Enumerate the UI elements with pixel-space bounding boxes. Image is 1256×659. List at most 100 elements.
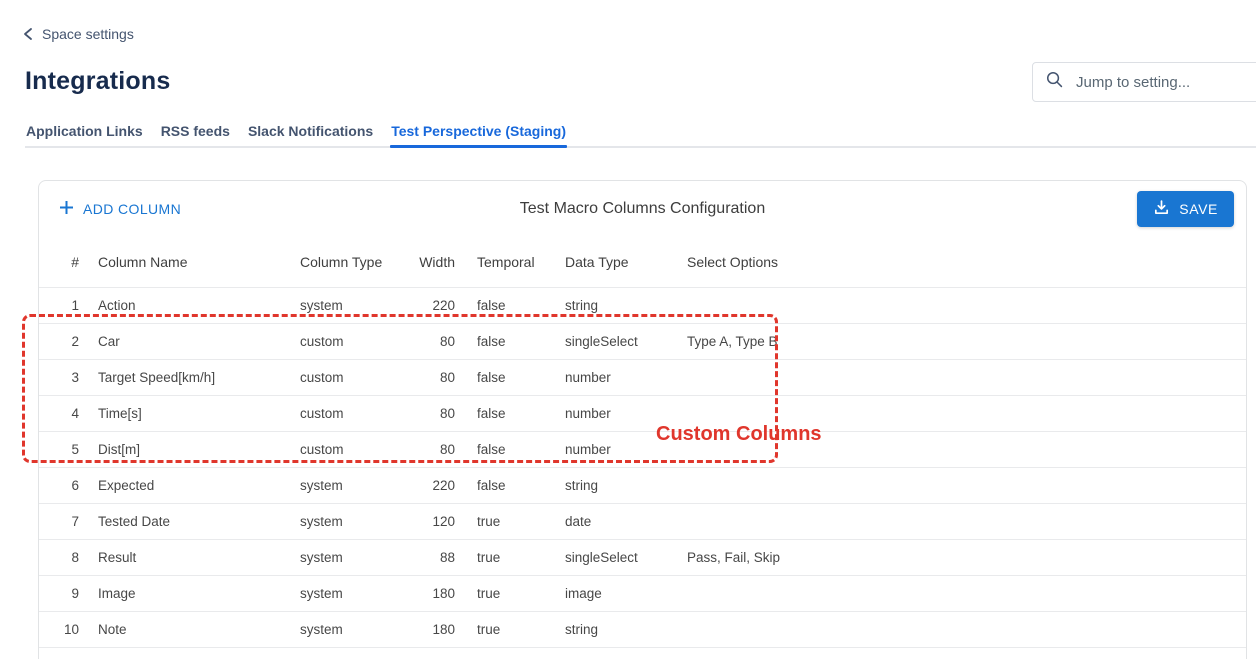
cell-num: 4 — [39, 395, 79, 431]
cell-temporal: true — [455, 611, 565, 647]
cell-num: 10 — [39, 611, 79, 647]
cell-data_type: string — [565, 467, 687, 503]
cell-name: Dist[m] — [79, 431, 300, 467]
cell-num: 7 — [39, 503, 79, 539]
cell-num: 6 — [39, 467, 79, 503]
column-header-temporal: Temporal — [455, 237, 565, 287]
cell-options — [687, 359, 1246, 395]
tab-slack-notifications[interactable]: Slack Notifications — [247, 121, 374, 146]
breadcrumb-label[interactable]: Space settings — [42, 26, 134, 42]
cell-temporal: false — [455, 323, 565, 359]
cell-num: 8 — [39, 539, 79, 575]
cell-temporal: true — [455, 575, 565, 611]
cell-type: system — [300, 611, 405, 647]
cell-temporal: false — [455, 467, 565, 503]
cell-data_type: singleSelect — [565, 323, 687, 359]
search-input[interactable] — [1076, 74, 1256, 91]
cell-num: 2 — [39, 323, 79, 359]
cell-data_type: string — [565, 287, 687, 323]
table-row: 6Expectedsystem220falsestring — [39, 467, 1246, 503]
table-row: 10Notesystem180truestring — [39, 611, 1246, 647]
cell-name: Tested Date — [79, 503, 300, 539]
cell-type: system — [300, 287, 405, 323]
page-title: Integrations — [25, 67, 170, 96]
cell-data_type: string — [565, 611, 687, 647]
breadcrumb[interactable]: Space settings — [22, 26, 134, 42]
save-button-label: SAVE — [1179, 201, 1218, 217]
tab-test-perspective-staging[interactable]: Test Perspective (Staging) — [390, 121, 567, 146]
cell-options — [687, 467, 1246, 503]
cell-type: system — [300, 539, 405, 575]
table-row: 8Resultsystem88truesingleSelectPass, Fai… — [39, 539, 1246, 575]
cell-name: Note — [79, 611, 300, 647]
tab-application-links[interactable]: Application Links — [25, 121, 144, 146]
cell-width: 80 — [405, 431, 455, 467]
tab-bar: Application Links RSS feeds Slack Notifica… — [25, 121, 1256, 148]
cell-type: system — [300, 467, 405, 503]
cell-name: Car — [79, 323, 300, 359]
cell-width: 80 — [405, 395, 455, 431]
cell-data_type: number — [565, 431, 687, 467]
cell-temporal: true — [455, 539, 565, 575]
add-column-label: ADD COLUMN — [83, 201, 181, 217]
cell-type: custom — [300, 359, 405, 395]
cell-num: 9 — [39, 575, 79, 611]
cell-num: 1 — [39, 287, 79, 323]
table-row: 9Imagesystem180trueimage — [39, 575, 1246, 611]
save-button[interactable]: SAVE — [1137, 191, 1234, 227]
cell-options — [687, 575, 1246, 611]
cell-name: Expected — [79, 467, 300, 503]
cell-width: 180 — [405, 611, 455, 647]
table-row: 4Time[s]custom80falsenumber — [39, 395, 1246, 431]
cell-width: 80 — [405, 323, 455, 359]
column-header-name: Column Name — [79, 237, 300, 287]
column-header-num: # — [39, 237, 79, 287]
cell-type: system — [300, 575, 405, 611]
table-row: 7Tested Datesystem120truedate — [39, 503, 1246, 539]
cell-type: system — [300, 503, 405, 539]
column-header-select: Select Options — [687, 237, 1246, 287]
cell-name: Result — [79, 539, 300, 575]
add-column-button[interactable]: ADD COLUMN — [59, 194, 189, 224]
column-header-dtype: Data Type — [565, 237, 687, 287]
cell-width: 88 — [405, 539, 455, 575]
table-body: 1Actionsystem220falsestring2Carcustom80f… — [39, 287, 1246, 647]
card-toolbar: ADD COLUMN Test Macro Columns Configurat… — [39, 181, 1246, 237]
cell-data_type: date — [565, 503, 687, 539]
cell-width: 220 — [405, 467, 455, 503]
cell-data_type: singleSelect — [565, 539, 687, 575]
column-header-type: Column Type — [300, 237, 405, 287]
cell-width: 180 — [405, 575, 455, 611]
cell-data_type: image — [565, 575, 687, 611]
cell-temporal: false — [455, 287, 565, 323]
cell-name: Time[s] — [79, 395, 300, 431]
cell-type: custom — [300, 395, 405, 431]
cell-options — [687, 611, 1246, 647]
table-row: 2Carcustom80falsesingleSelectType A, Typ… — [39, 323, 1246, 359]
search-box[interactable] — [1032, 62, 1256, 102]
cell-data_type: number — [565, 395, 687, 431]
search-icon — [1045, 70, 1064, 94]
cell-data_type: number — [565, 359, 687, 395]
cell-options — [687, 503, 1246, 539]
cell-temporal: false — [455, 359, 565, 395]
cell-width: 220 — [405, 287, 455, 323]
panel-title: Test Macro Columns Configuration — [520, 200, 765, 218]
save-download-icon — [1153, 199, 1170, 219]
plus-icon — [59, 200, 74, 218]
cell-num: 5 — [39, 431, 79, 467]
cell-options — [687, 395, 1246, 431]
cell-options — [687, 431, 1246, 467]
cell-options: Pass, Fail, Skip — [687, 539, 1246, 575]
table-row: 3Target Speed[km/h]custom80falsenumber — [39, 359, 1246, 395]
cell-type: custom — [300, 323, 405, 359]
table-row: 1Actionsystem220falsestring — [39, 287, 1246, 323]
cell-width: 80 — [405, 359, 455, 395]
table-header-row: #Column NameColumn TypeWidthTemporalData… — [39, 237, 1246, 287]
cell-name: Image — [79, 575, 300, 611]
cell-num: 3 — [39, 359, 79, 395]
tab-rss-feeds[interactable]: RSS feeds — [160, 121, 231, 146]
chevron-left-icon — [22, 27, 34, 41]
columns-table: #Column NameColumn TypeWidthTemporalData… — [39, 237, 1246, 648]
cell-type: custom — [300, 431, 405, 467]
